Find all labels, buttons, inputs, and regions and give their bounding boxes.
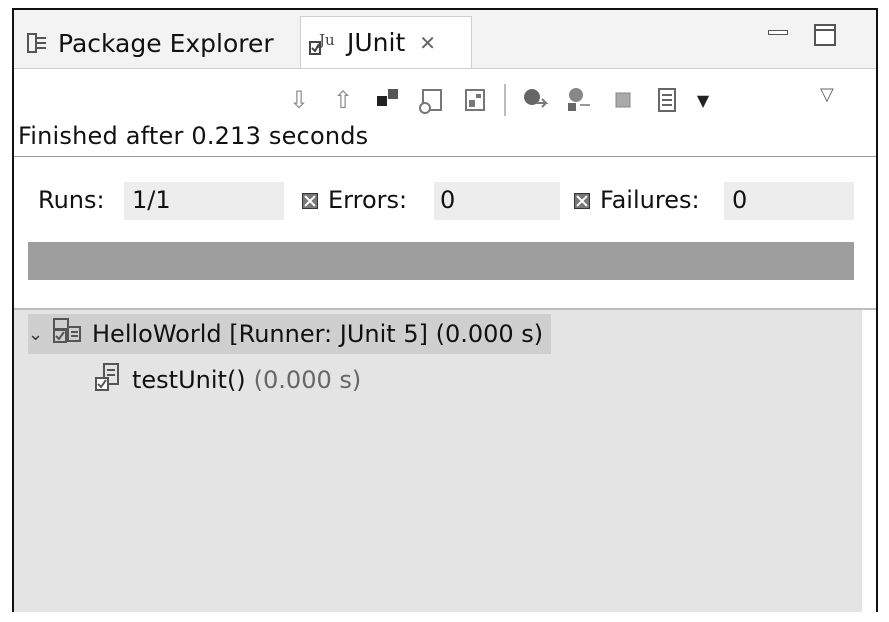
errors-label: Errors: <box>328 186 408 214</box>
tree-item-helloworld[interactable]: ⌄ HelloWorld [Runner: JUnit 5] (0.000 s) <box>28 314 552 354</box>
runs-label: Runs: <box>38 186 105 214</box>
tree-panel-right-edge <box>862 310 876 612</box>
progress-bar <box>28 242 854 280</box>
failure-icon <box>574 193 590 209</box>
toolbar: ⇩ ⇧ ▼ <box>284 80 718 120</box>
errors-label-group: Errors: <box>302 186 407 214</box>
toolbar-separator <box>504 84 506 116</box>
tree-item-helloworld-label: HelloWorld [Runner: JUnit 5] (0.000 s) <box>92 320 544 348</box>
failures-value: 0 <box>732 186 748 214</box>
failures-label-group: Failures: <box>574 186 700 214</box>
chevron-down-icon[interactable]: ⌄ <box>28 324 52 345</box>
tree-item-testunit-time: (0.000 s) <box>253 366 362 394</box>
tree-item-testunit[interactable]: testUnit() (0.000 s) <box>94 360 361 400</box>
test-method-icon <box>94 362 122 398</box>
junit-icon: Ju <box>309 30 339 56</box>
tab-bar: Package Explorer Ju JUnit ✕ <box>14 10 876 69</box>
rerun-test-icon[interactable] <box>520 85 550 115</box>
test-suite-icon <box>52 317 82 351</box>
progress-bar-fill <box>28 242 854 280</box>
maximize-button[interactable] <box>814 24 836 46</box>
history-dropdown-icon[interactable]: ▼ <box>688 85 718 115</box>
tab-label-junit: JUnit <box>347 28 406 57</box>
tab-junit[interactable]: Ju JUnit ✕ <box>300 16 472 68</box>
stop-icon[interactable] <box>608 85 638 115</box>
error-icon <box>302 193 318 209</box>
rerun-failed-first-icon[interactable] <box>564 85 594 115</box>
view-menu-icon[interactable]: ▽ <box>820 84 834 105</box>
failures-label: Failures: <box>600 186 700 214</box>
runs-value: 1/1 <box>132 186 171 214</box>
test-run-history-icon[interactable] <box>652 85 682 115</box>
minimize-button[interactable] <box>766 24 788 46</box>
errors-value: 0 <box>440 186 456 214</box>
scroll-lock-icon[interactable] <box>416 85 446 115</box>
tab-label-package-explorer: Package Explorer <box>58 28 274 58</box>
tab-package-explorer[interactable]: Package Explorer <box>26 18 274 68</box>
show-skipped-only-icon[interactable] <box>460 85 490 115</box>
tree-item-testunit-label: testUnit() <box>132 366 246 394</box>
status-message: Finished after 0.213 seconds <box>18 122 369 150</box>
previous-failure-icon[interactable]: ⇧ <box>328 85 358 115</box>
close-icon[interactable]: ✕ <box>419 31 436 55</box>
show-failures-only-icon[interactable] <box>372 85 402 115</box>
junit-icon-letters: Ju <box>317 31 335 49</box>
divider <box>14 156 876 157</box>
counter-panel: Runs: 1/1 Errors: 0 Failures: 0 <box>28 182 854 222</box>
package-explorer-icon <box>26 31 50 55</box>
next-failure-icon[interactable]: ⇩ <box>284 85 314 115</box>
junit-view-window: Package Explorer Ju JUnit ✕ ⇩ ⇧ ▼ ▽ Fini… <box>12 8 878 612</box>
